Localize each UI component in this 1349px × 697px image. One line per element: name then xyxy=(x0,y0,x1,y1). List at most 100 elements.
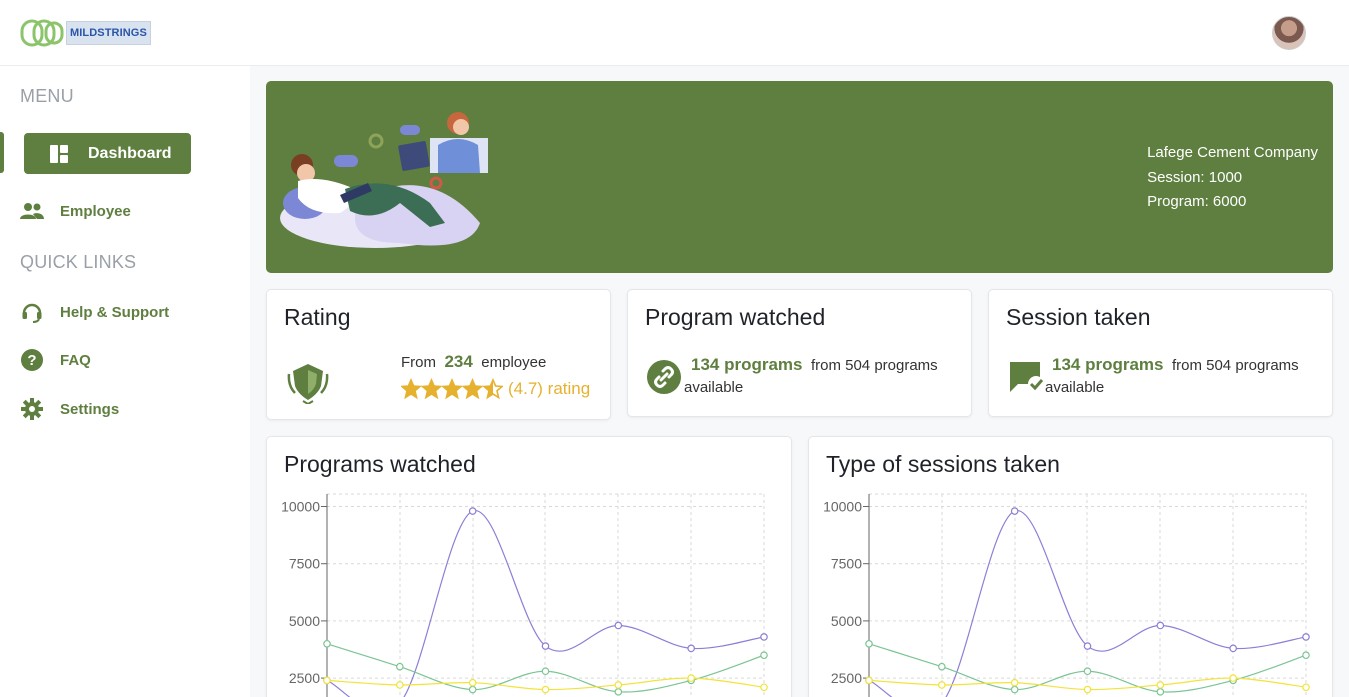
data-point[interactable] xyxy=(1010,507,1019,515)
sidebar-item-label: Settings xyxy=(60,400,120,418)
data-point[interactable] xyxy=(1156,681,1165,689)
data-point[interactable] xyxy=(1010,678,1019,687)
data-point[interactable] xyxy=(1302,651,1310,660)
from-label: From xyxy=(401,354,436,371)
y-tick-label: 7500 xyxy=(289,556,320,572)
sidebar-item-label: Employee xyxy=(60,202,131,220)
y-tick-label: 7500 xyxy=(831,556,862,572)
sidebar-item-help-support[interactable]: Help & Support xyxy=(20,300,169,324)
brand-logo[interactable]: MILDSTRINGS xyxy=(20,18,151,48)
data-point[interactable] xyxy=(541,667,550,676)
session-count: 134 programs xyxy=(1052,355,1164,374)
data-point[interactable] xyxy=(760,683,768,692)
program-watched-card: Program watched 134 programs from 504 pr… xyxy=(627,289,972,417)
sessions-taken-chart-card: Type of sessions taken 10000 7500 5000 2500 xyxy=(808,436,1333,697)
data-point[interactable] xyxy=(468,685,477,694)
main-content: Lafege Cement Company Session: 1000 Prog… xyxy=(250,66,1349,697)
company-info: Lafege Cement Company Session: 1000 Prog… xyxy=(1147,141,1318,215)
data-point[interactable] xyxy=(541,642,550,650)
y-tick-label: 5000 xyxy=(831,613,862,629)
rating-value: (4.7) rating xyxy=(508,379,591,398)
logo-rings-icon xyxy=(20,18,64,48)
data-point[interactable] xyxy=(865,639,873,648)
sessions-taken-chart: 10000 7500 5000 2500 xyxy=(823,493,1310,697)
quick-links-section-title: QUICK LINKS xyxy=(20,252,137,272)
people-reading-illustration xyxy=(280,103,492,253)
star-icon xyxy=(420,378,443,400)
people-icon xyxy=(20,199,44,223)
y-tick-label: 5000 xyxy=(289,613,320,629)
data-point[interactable] xyxy=(687,674,695,682)
data-point[interactable] xyxy=(1229,644,1237,653)
sidebar-item-employee[interactable]: Employee xyxy=(20,199,131,223)
employee-unit: employee xyxy=(481,354,547,371)
sidebar-item-label: Help & Support xyxy=(60,303,170,321)
star-icon xyxy=(461,378,484,400)
employee-count: 234 xyxy=(444,352,473,371)
company-name: Lafege Cement Company xyxy=(1147,144,1318,161)
sidebar-item-dashboard[interactable]: Dashboard xyxy=(24,133,191,174)
star-rating-icon xyxy=(401,378,503,400)
data-point[interactable] xyxy=(468,678,477,687)
top-bar: MILDSTRINGS xyxy=(0,0,1349,66)
data-point[interactable] xyxy=(614,621,623,630)
logo-text: MILDSTRINGS xyxy=(66,21,151,45)
star-icon xyxy=(401,378,422,400)
data-point[interactable] xyxy=(865,676,873,685)
svg-text:?: ? xyxy=(27,352,36,369)
data-point[interactable] xyxy=(468,507,477,515)
session-total: from 504 programs xyxy=(1171,357,1299,374)
program-watched-stat: 134 programs from 504 programs xyxy=(691,352,966,378)
program-count: 134 programs xyxy=(691,355,803,374)
program-available: available xyxy=(684,379,744,396)
data-point[interactable] xyxy=(323,639,331,648)
data-point[interactable] xyxy=(323,676,331,685)
data-point[interactable] xyxy=(1229,674,1237,682)
rating-card: Rating From 234 employee (4.7) rating xyxy=(266,289,611,420)
card-title: Session taken xyxy=(1006,304,1151,330)
headset-icon xyxy=(20,300,44,324)
data-point[interactable] xyxy=(760,633,768,641)
star-icon xyxy=(482,378,503,400)
program-count: Program: 6000 xyxy=(1147,193,1247,210)
shield-badge-icon xyxy=(285,360,331,409)
sidebar-item-faq[interactable]: ? FAQ xyxy=(20,348,91,372)
menu-section-title: MENU xyxy=(20,86,74,106)
sidebar: MENU Dashboard Employee QUICK LINKS Help… xyxy=(0,66,250,697)
y-tick-label: 2500 xyxy=(289,670,320,686)
sidebar-item-label: Dashboard xyxy=(88,144,172,162)
data-point[interactable] xyxy=(938,662,946,671)
link-icon xyxy=(647,360,681,399)
user-avatar[interactable] xyxy=(1272,16,1306,50)
program-total: from 504 programs xyxy=(810,357,938,374)
session-taken-card: Session taken 134 programs from 504 prog… xyxy=(988,289,1333,417)
data-point[interactable] xyxy=(1083,642,1092,650)
card-title: Program watched xyxy=(645,304,826,330)
session-count: Session: 1000 xyxy=(1147,168,1243,186)
question-icon: ? xyxy=(20,348,44,372)
data-point[interactable] xyxy=(1010,685,1019,694)
programs-watched-chart: 10000 7500 5000 2500 xyxy=(281,493,768,697)
dashboard-icon xyxy=(50,144,68,163)
data-point[interactable] xyxy=(1156,621,1165,630)
rating-from-line: From 234 employee xyxy=(401,352,546,372)
active-indicator xyxy=(0,132,4,173)
data-point[interactable] xyxy=(396,681,404,689)
data-point[interactable] xyxy=(614,688,623,696)
star-icon xyxy=(441,378,463,400)
data-point[interactable] xyxy=(1156,688,1165,696)
data-point[interactable] xyxy=(1302,683,1310,692)
data-point[interactable] xyxy=(760,651,768,660)
sidebar-item-settings[interactable]: Settings xyxy=(20,397,119,421)
data-point[interactable] xyxy=(396,662,404,671)
data-point[interactable] xyxy=(687,644,695,653)
programs-watched-chart-card: Programs watched 10000 7500 5000 2500 xyxy=(266,436,792,697)
data-point[interactable] xyxy=(1083,685,1092,694)
data-point[interactable] xyxy=(1302,633,1310,641)
y-tick-label: 10000 xyxy=(823,499,862,515)
data-point[interactable] xyxy=(938,681,946,689)
data-point[interactable] xyxy=(1083,667,1092,676)
data-point[interactable] xyxy=(614,681,623,689)
data-point[interactable] xyxy=(541,685,550,694)
welcome-banner: Lafege Cement Company Session: 1000 Prog… xyxy=(266,81,1333,273)
